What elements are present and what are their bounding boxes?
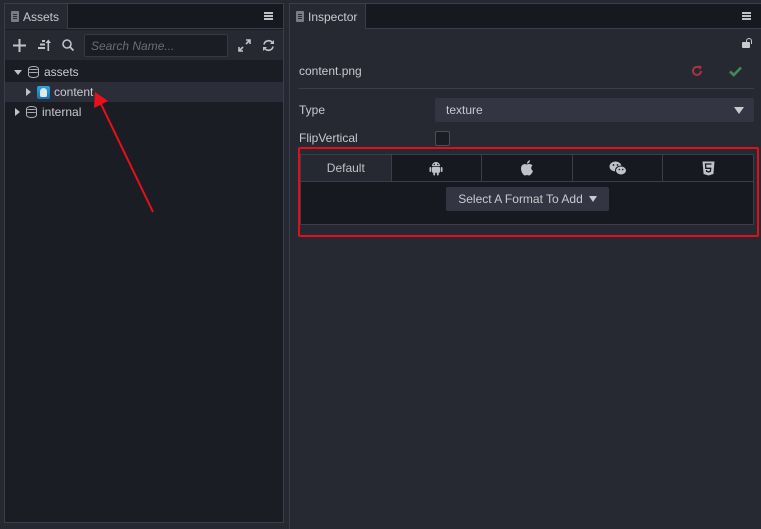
tab-assets[interactable]: Assets <box>5 4 69 29</box>
tab-assets-label: Assets <box>23 9 60 24</box>
tree-item-label: assets <box>44 65 79 79</box>
assets-panel-header: Assets <box>5 4 283 29</box>
search-input[interactable] <box>84 34 228 57</box>
refresh-icon[interactable] <box>258 35 278 55</box>
tree-item-label: content <box>54 85 94 99</box>
flip-vertical-checkbox[interactable] <box>435 131 450 146</box>
inspector-panel: Inspector content.png Type texture FlipV… <box>289 3 761 529</box>
assets-toolbar <box>5 30 283 60</box>
sort-icon[interactable] <box>34 35 54 55</box>
tree-item-assets[interactable]: assets <box>5 62 283 82</box>
clipboard-icon <box>296 11 304 22</box>
search-icon[interactable] <box>58 35 78 55</box>
database-icon <box>28 66 39 78</box>
tree-item-internal[interactable]: internal <box>5 102 283 122</box>
image-file-icon <box>37 85 50 99</box>
database-icon <box>26 106 37 118</box>
type-select[interactable]: texture <box>435 98 754 122</box>
plus-icon[interactable] <box>9 35 29 55</box>
tree-item-label: internal <box>42 105 82 119</box>
inspector-panel-header: Inspector <box>290 4 761 29</box>
editor-window: Assets as <box>0 0 761 529</box>
tree-item-content[interactable]: content <box>5 82 283 102</box>
check-icon[interactable] <box>729 65 743 79</box>
caret-right-icon[interactable] <box>26 88 31 96</box>
file-name: content.png <box>299 64 362 78</box>
caret-down-icon[interactable] <box>14 69 22 75</box>
type-label: Type <box>299 103 326 117</box>
assets-panel: Assets as <box>4 3 284 523</box>
annotation-highlight-box <box>298 147 759 237</box>
tab-inspector-label: Inspector <box>308 9 358 24</box>
flip-vertical-label: FlipVertical <box>299 131 358 145</box>
revert-icon[interactable] <box>691 65 705 79</box>
clipboard-icon <box>11 11 19 22</box>
hamburger-menu-icon[interactable] <box>742 12 751 20</box>
asset-tree: assets content internal <box>5 62 283 122</box>
caret-right-icon[interactable] <box>15 108 20 116</box>
expand-icon[interactable] <box>234 35 254 55</box>
unlocked-icon[interactable] <box>742 38 752 48</box>
divider <box>299 88 754 89</box>
dropdown-arrow-icon <box>734 107 744 114</box>
type-select-value: texture <box>446 103 483 117</box>
hamburger-menu-icon[interactable] <box>264 12 273 20</box>
tab-inspector[interactable]: Inspector <box>290 4 367 29</box>
